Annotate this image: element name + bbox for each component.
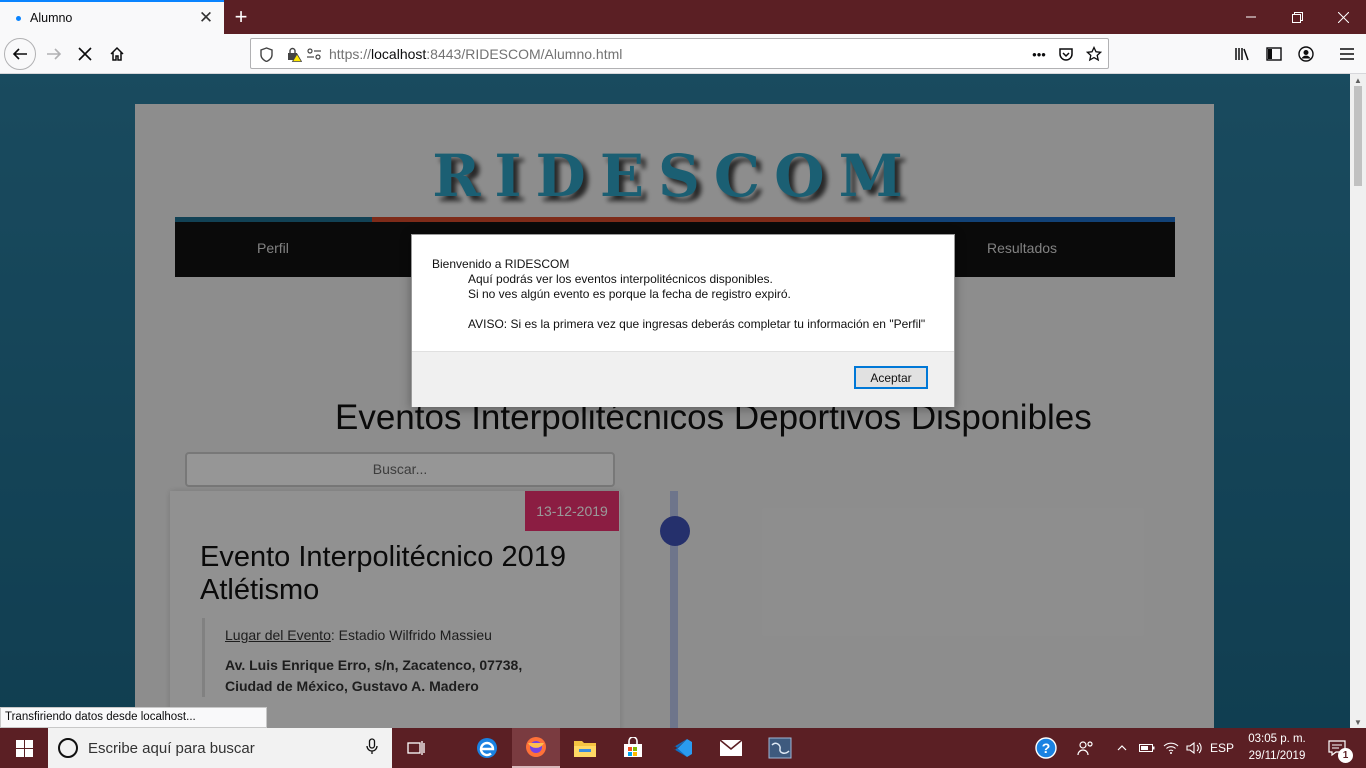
pocket-icon[interactable]: [1057, 45, 1075, 63]
back-button[interactable]: [4, 38, 36, 70]
url-host: localhost: [371, 45, 427, 62]
action-center-button[interactable]: 1: [1320, 728, 1354, 768]
taskbar: Escribe aquí para buscar ? ESP 03:05 p. …: [0, 728, 1366, 768]
url-scheme: https://: [329, 45, 372, 62]
accept-button[interactable]: Aceptar: [854, 366, 928, 389]
restore-button[interactable]: [1274, 0, 1320, 34]
hamburger-menu-icon: [1340, 48, 1354, 60]
firefox-icon: [526, 737, 546, 757]
battery-icon[interactable]: [1136, 728, 1158, 768]
new-tab-button[interactable]: +: [228, 4, 254, 29]
file-explorer-app[interactable]: [561, 728, 609, 768]
workbench-app[interactable]: [756, 728, 804, 768]
minimize-button[interactable]: [1228, 0, 1274, 34]
edge-icon: [477, 738, 497, 758]
edge-app[interactable]: [463, 728, 511, 768]
loading-dot-icon: [16, 15, 21, 21]
volume-icon[interactable]: [1183, 728, 1205, 768]
mail-app[interactable]: [707, 728, 755, 768]
store-app[interactable]: [609, 728, 657, 768]
library-button[interactable]: [1226, 38, 1258, 70]
chevron-up-icon[interactable]: [1113, 728, 1131, 768]
task-view-button[interactable]: [392, 728, 440, 768]
close-window-button[interactable]: [1320, 0, 1366, 34]
clock-date: 29/11/2019: [1248, 750, 1306, 762]
dialog-line-warning: AVISO: Si es la primera vez que ingresas…: [468, 317, 926, 331]
alert-dialog: Bienvenido a RIDESCOM Aquí podrás ver lo…: [411, 234, 955, 407]
cortana-icon: [58, 738, 78, 758]
stop-icon: [78, 47, 92, 61]
forward-arrow-icon: [47, 48, 62, 60]
svg-text:?: ?: [1042, 740, 1051, 756]
menu-button[interactable]: [1331, 38, 1363, 70]
vscode-app[interactable]: [658, 728, 706, 768]
store-bag-icon: [624, 737, 642, 757]
bookmark-star-icon[interactable]: [1085, 45, 1103, 63]
dialog-footer: Aceptar: [412, 351, 954, 407]
back-arrow-icon: [12, 48, 27, 60]
taskbar-search-placeholder: Escribe aquí para buscar: [88, 739, 255, 757]
home-icon: [110, 46, 124, 61]
firefox-app[interactable]: [512, 728, 560, 768]
scroll-thumb[interactable]: [1354, 86, 1362, 186]
scroll-down-icon[interactable]: ▼: [1350, 716, 1366, 728]
url-path: :8443/RIDESCOM/Alumno.html: [426, 45, 623, 62]
status-bar: Transfiriendo datos desde localhost...: [0, 707, 267, 728]
forward-button[interactable]: [38, 38, 70, 70]
tab-title: Alumno: [30, 11, 73, 25]
insecure-lock-warning-icon[interactable]: [285, 45, 303, 63]
url-text[interactable]: https://localhost:8443/RIDESCOM/Alumno.h…: [329, 46, 1108, 62]
navigation-toolbar: https://localhost:8443/RIDESCOM/Alumno.h…: [0, 34, 1366, 74]
dialog-line-expired: Si no ves algún evento es porque la fech…: [468, 287, 791, 301]
task-view-icon: [407, 741, 425, 755]
tab-close-icon[interactable]: ✕: [194, 6, 218, 30]
tab-alumno[interactable]: Alumno ✕: [0, 0, 224, 34]
title-bar: Alumno ✕ +: [0, 0, 1366, 34]
home-button[interactable]: [101, 38, 133, 70]
account-icon: [1298, 46, 1314, 62]
sidebar-icon: [1266, 47, 1282, 61]
library-icon: [1235, 48, 1249, 61]
scroll-up-icon[interactable]: ▲: [1350, 74, 1366, 86]
windows-logo-icon: [15, 739, 33, 757]
wifi-icon[interactable]: [1160, 728, 1182, 768]
page-scrollbar[interactable]: ▲ ▼: [1350, 74, 1366, 728]
page-actions-button[interactable]: •••: [1026, 45, 1052, 63]
stop-button[interactable]: [69, 38, 101, 70]
start-button[interactable]: [0, 728, 48, 768]
taskbar-search-box[interactable]: Escribe aquí para buscar: [48, 728, 392, 768]
microphone-icon[interactable]: [366, 738, 378, 758]
mail-icon: [719, 739, 743, 756]
clock-time: 03:05 p. m.: [1248, 733, 1306, 745]
system-clock[interactable]: 03:05 p. m. 29/11/2019: [1238, 731, 1316, 765]
url-bar[interactable]: https://localhost:8443/RIDESCOM/Alumno.h…: [250, 38, 1109, 69]
dialog-line-events: Aquí podrás ver los eventos interpolitéc…: [468, 272, 773, 286]
code-editor-icon: [672, 739, 692, 757]
people-icon[interactable]: [1072, 728, 1100, 768]
dialog-line-welcome: Bienvenido a RIDESCOM: [432, 257, 570, 271]
folder-icon: [574, 741, 596, 757]
account-button[interactable]: [1290, 38, 1322, 70]
dialog-message: Bienvenido a RIDESCOM Aquí podrás ver lo…: [432, 257, 942, 332]
help-tray-icon[interactable]: ?: [1030, 728, 1062, 768]
input-language[interactable]: ESP: [1208, 728, 1236, 768]
workbench-icon: [768, 737, 792, 759]
shield-icon[interactable]: [257, 45, 275, 63]
notification-count-badge: 1: [1338, 748, 1353, 763]
sidebar-button[interactable]: [1258, 38, 1290, 70]
permissions-icon[interactable]: [305, 45, 323, 63]
